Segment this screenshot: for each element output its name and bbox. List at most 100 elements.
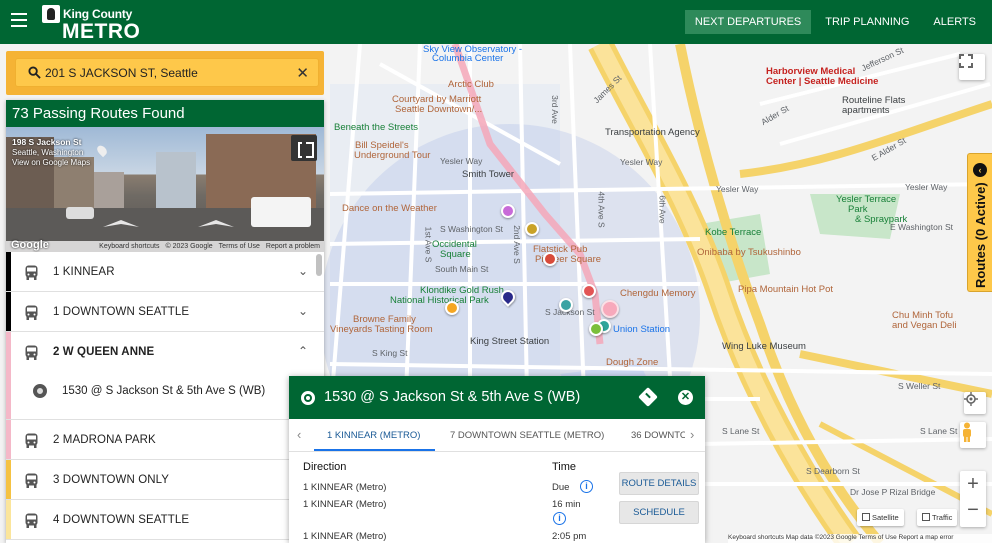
realtime-info-icon[interactable]: i — [580, 480, 593, 493]
bus-icon — [25, 265, 38, 280]
stop-detail-popup: 1530 @ S Jackson St & 5th Ave S (WB) ✕ ‹… — [289, 376, 705, 543]
route-color-stripe — [6, 292, 11, 331]
satellite-label: Satellite — [872, 513, 899, 522]
search-input[interactable]: 201 S JACKSON ST, Seattle ✕ — [15, 58, 319, 87]
nav-next-departures[interactable]: NEXT DEPARTURES — [684, 10, 812, 34]
fullscreen-icon — [959, 54, 973, 68]
top-navbar: King County METRO NEXT DEPARTURES TRIP P… — [0, 0, 992, 44]
route-item[interactable]: 1 KINNEAR ⌄ — [6, 252, 324, 292]
chevron-down-icon[interactable]: ⌄ — [298, 304, 308, 318]
routes-active-label: Routes (0 Active) — [973, 182, 988, 288]
map-label-columbia: Columbia Center — [432, 53, 504, 64]
transit-stop-pin[interactable] — [559, 298, 573, 312]
transit-stop-pin[interactable] — [543, 252, 557, 266]
sv-address: 198 S Jackson St — [12, 137, 82, 147]
chevron-up-icon[interactable]: ⌃ — [298, 344, 308, 358]
sv-google-maps-link[interactable]: View on Google Maps — [12, 158, 90, 167]
departure-direction: 1 KINNEAR (Metro) — [303, 499, 387, 510]
map-label-rizal: Dr Jose P Rizal Bridge — [850, 487, 936, 497]
street-view-image[interactable]: 198 S Jackson St Seattle, Washington Vie… — [6, 127, 324, 252]
route-details-button[interactable]: ROUTE DETAILS — [619, 472, 699, 495]
bus-icon — [25, 433, 38, 448]
clear-search-icon[interactable]: ✕ — [296, 64, 309, 82]
google-logo: Google — [11, 239, 49, 251]
map-label-occidental-2: Square — [440, 249, 471, 260]
route-list-scrollbar[interactable] — [316, 254, 322, 276]
departure-direction: 1 KINNEAR (Metro) — [303, 482, 387, 493]
sv-keyboard-shortcuts[interactable]: Keyboard shortcuts — [99, 243, 159, 250]
sv-terms[interactable]: Terms of Use — [219, 243, 260, 250]
chevron-left-icon: ‹ — [973, 163, 987, 177]
transit-stop-pin[interactable] — [589, 322, 603, 336]
sv-forward-arrow-icon[interactable] — [196, 220, 236, 234]
map-label-yesler-3: Yesler Way — [716, 184, 759, 194]
tab-7-downtown-seattle[interactable]: 7 DOWNTOWN SEATTLE (METRO) — [450, 430, 604, 441]
tab-1-kinnear[interactable]: 1 KINNEAR (METRO) — [327, 430, 420, 441]
chevron-right-icon[interactable]: › — [690, 427, 694, 442]
street-view-pegman-button[interactable] — [960, 422, 986, 448]
route-list: 1 KINNEAR ⌄ 1 DOWNTOWN SEATTLE ⌄ 2 W QUE… — [6, 252, 324, 540]
route-item[interactable]: 2 MADRONA PARK — [6, 420, 324, 460]
map-label-first: 1st Ave S — [423, 226, 434, 263]
stop-radio-icon — [33, 384, 47, 398]
route-item[interactable]: 4 DOWNTOWN SEATTLE — [6, 500, 324, 540]
column-time: Time — [552, 461, 577, 473]
tab-36-downtown[interactable]: 36 DOWNTO — [631, 430, 685, 441]
map-label-yesler-2: Yesler Way — [620, 157, 663, 167]
map-label-sixth: 6th Ave — [657, 195, 668, 224]
chevron-left-icon[interactable]: ‹ — [297, 427, 301, 442]
map-label-beneath: Beneath the Streets — [334, 122, 418, 133]
map-attribution[interactable]: Keyboard shortcuts Map data ©2023 Google… — [728, 534, 992, 543]
traffic-checkbox[interactable]: Traffic — [917, 509, 958, 526]
search-icon — [28, 66, 41, 79]
sv-fullscreen-icon[interactable] — [291, 135, 317, 161]
route-item[interactable]: 1 DOWNTOWN SEATTLE ⌄ — [6, 292, 324, 332]
nav-alerts[interactable]: ALERTS — [923, 10, 986, 34]
transit-stop-pin[interactable] — [525, 222, 539, 236]
my-location-button[interactable] — [964, 392, 986, 414]
nav-trip-planning[interactable]: TRIP PLANNING — [815, 10, 919, 34]
zoom-out-button[interactable]: − — [967, 499, 979, 527]
map-label-wing: Wing Luke Museum — [722, 341, 806, 352]
search-container: 201 S JACKSON ST, Seattle ✕ — [6, 51, 324, 95]
directions-icon[interactable] — [638, 387, 658, 407]
zoom-in-button[interactable]: + — [967, 471, 979, 499]
close-icon[interactable]: ✕ — [678, 390, 693, 405]
transit-stop-pin[interactable] — [582, 284, 596, 298]
route-item[interactable]: 3 DOWNTOWN ONLY — [6, 460, 324, 500]
map-label-king-station: King Street Station — [470, 336, 550, 347]
schedule-button[interactable]: SCHEDULE — [619, 501, 699, 524]
stop-item[interactable]: 1530 @ S Jackson St & 5th Ave S (WB) — [6, 372, 324, 420]
map-label-onibaba: Onibaba by Tsukushinbo — [697, 247, 801, 258]
sv-mail-truck — [251, 197, 311, 227]
sv-car — [66, 207, 94, 219]
route-name: 2 MADRONA PARK — [53, 434, 156, 446]
sv-back-arrow-icon[interactable] — [101, 220, 141, 234]
map-label-third: 3rd Ave — [549, 95, 560, 124]
transit-stop-pin[interactable] — [501, 204, 515, 218]
search-value: 201 S JACKSON ST, Seattle — [45, 66, 198, 80]
map-fullscreen-button[interactable] — [959, 54, 985, 80]
sv-location-pin-icon — [95, 143, 109, 158]
map-label-routeline-2: apartments — [842, 105, 890, 116]
column-direction: Direction — [303, 461, 347, 473]
departure-time: 2:05 pm — [552, 531, 587, 542]
menu-icon[interactable] — [11, 13, 27, 29]
chevron-down-icon[interactable]: ⌄ — [298, 264, 308, 278]
transit-stop-pin[interactable] — [445, 301, 459, 315]
map-label-kobe: Kobe Terrace — [705, 227, 762, 238]
realtime-info-icon[interactable]: i — [553, 512, 566, 525]
sv-report[interactable]: Report a problem — [266, 243, 320, 250]
main-nav: NEXT DEPARTURES TRIP PLANNING ALERTS — [684, 10, 986, 34]
map-label-transport: Transportation Agency — [605, 127, 700, 138]
routes-panel: 73 Passing Routes Found 198 S Jackson St… — [6, 100, 324, 543]
map-label-dough: Dough Zone — [606, 357, 659, 368]
routes-found-title: 73 Passing Routes Found — [6, 100, 324, 127]
routes-active-tab[interactable]: ‹ Routes (0 Active) — [967, 153, 992, 292]
route-name: 1 KINNEAR — [53, 266, 115, 278]
route-item-expanded[interactable]: 2 W QUEEN ANNE ⌃ — [6, 332, 324, 372]
selected-stop-pin[interactable] — [601, 300, 619, 318]
map-label-union: Union Station — [613, 324, 671, 335]
bus-icon — [25, 305, 38, 320]
satellite-checkbox[interactable]: Satellite — [857, 509, 904, 526]
